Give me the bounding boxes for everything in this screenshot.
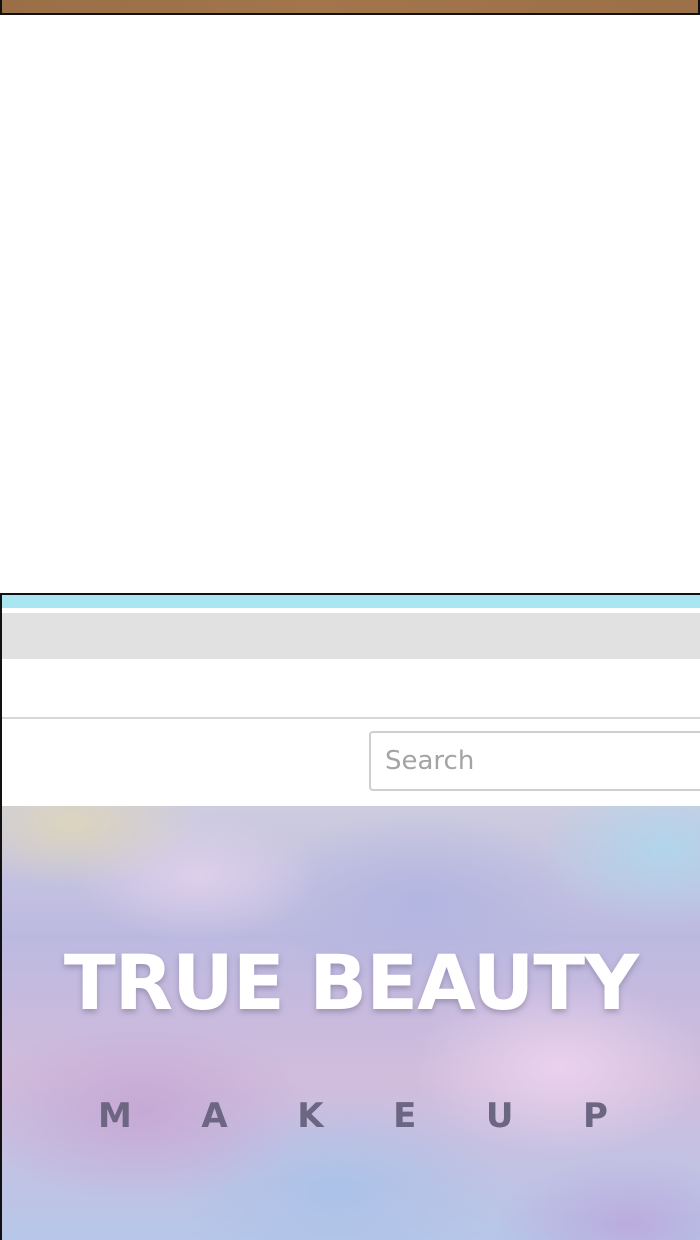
hero-title: TRUE BEAUTY	[63, 938, 639, 1027]
subtitle-letter: K	[297, 1096, 324, 1136]
browser-tab-strip	[2, 613, 700, 659]
browser-top-bar	[2, 595, 700, 608]
hero-subtitle: M A K E U P	[98, 1096, 608, 1136]
subtitle-letter: A	[201, 1096, 228, 1136]
top-comic-panel	[0, 0, 700, 15]
search-input[interactable]	[383, 745, 700, 777]
subtitle-letter: U	[485, 1096, 514, 1136]
browser-frame: TRUE BEAUTY M A K E U P	[0, 593, 700, 1240]
subtitle-letter: E	[393, 1096, 417, 1136]
hero-banner: TRUE BEAUTY M A K E U P	[2, 806, 700, 1240]
subtitle-letter: P	[583, 1096, 608, 1136]
search-box[interactable]	[369, 731, 700, 791]
subtitle-letter: M	[98, 1096, 132, 1136]
panel-gutter	[0, 15, 700, 593]
browser-address-bar[interactable]	[2, 659, 700, 719]
